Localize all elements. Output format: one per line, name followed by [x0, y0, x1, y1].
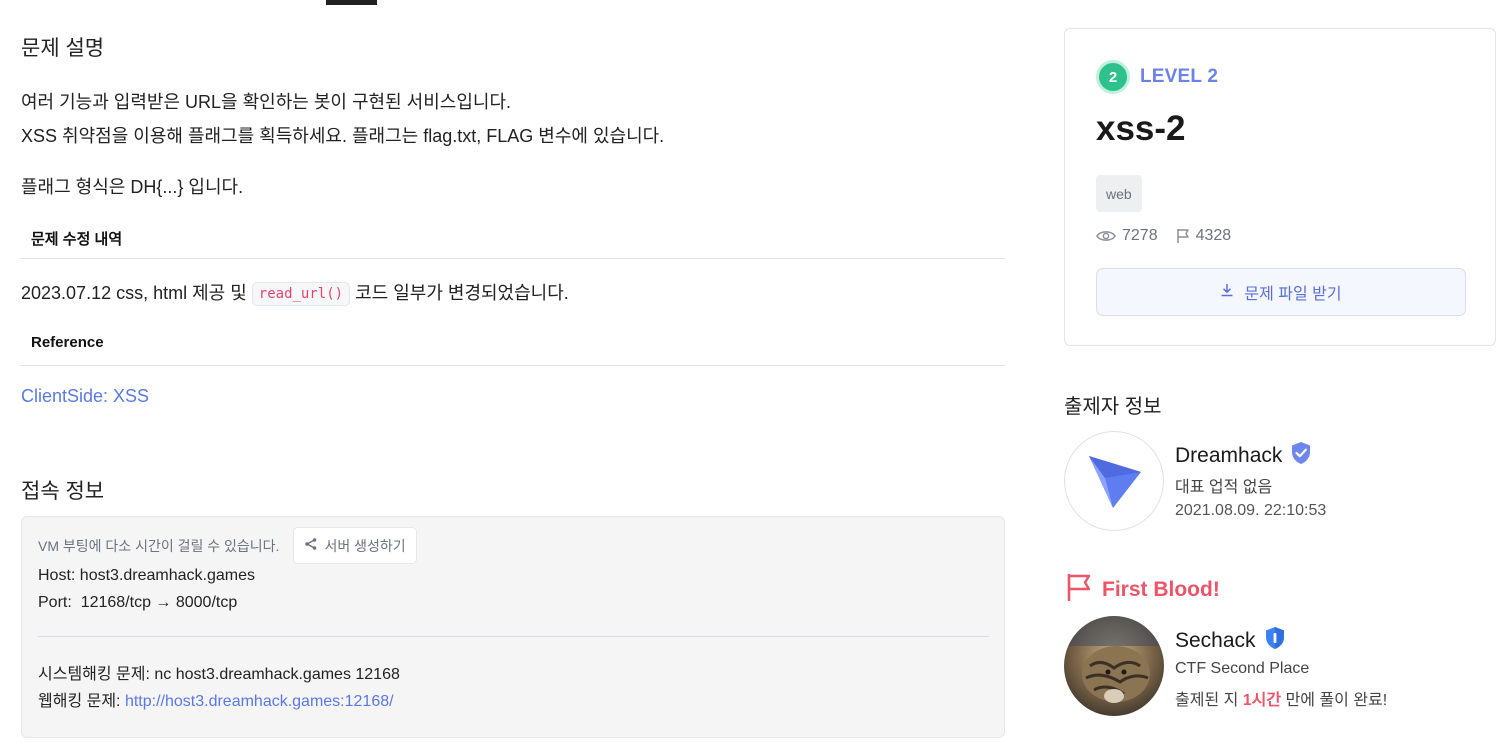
web-label: 웹해킹 문제: — [38, 693, 121, 710]
create-server-label: 서버 생성하기 — [324, 537, 406, 554]
divider — [38, 636, 989, 637]
description-line-3: 플래그 형식은 DH{...} 입니다. — [21, 177, 244, 197]
solve-count: 4328 — [1195, 227, 1232, 244]
connection-info-box: VM 부팅에 다소 시간이 걸릴 수 있습니다. 서버 생성하기 Host: h… — [21, 516, 1005, 738]
cat-photo-avatar — [1064, 616, 1164, 716]
port-row: Port: 12168/tcp → 8000/tcp — [38, 594, 237, 612]
first-blood-avatar[interactable] — [1064, 616, 1164, 716]
vm-notice-row: VM 부팅에 다소 시간이 걸릴 수 있습니다. 서버 생성하기 — [38, 527, 417, 564]
active-tab-indicator — [326, 0, 377, 5]
host-row: Host: host3.dreamhack.games — [38, 567, 255, 585]
first-blood-heading-row: First Blood! — [1066, 573, 1220, 607]
flag-icon — [1066, 573, 1092, 607]
category-tag[interactable]: web — [1096, 175, 1142, 212]
port-label: Port: — [38, 594, 72, 611]
connection-heading: 접속 정보 — [21, 480, 105, 503]
port-value: 12168/tcp → 8000/tcp — [80, 594, 238, 611]
solve-time-pre: 출제된 지 — [1175, 692, 1243, 709]
author-date: 2021.08.09. 22:10:53 — [1175, 502, 1327, 519]
challenge-stats: 7278 4328 — [1096, 227, 1231, 245]
author-achievement: 대표 업적 없음 — [1175, 479, 1273, 496]
changelog-heading: 문제 수정 내역 — [31, 231, 123, 248]
changelog-text-pre: 2023.07.12 css, html 제공 및 — [21, 283, 252, 303]
inline-code: read_url() — [251, 282, 351, 306]
download-label: 문제 파일 받기 — [1244, 286, 1342, 303]
challenge-title: xss-2 — [1096, 109, 1186, 148]
author-heading: 출제자 정보 — [1064, 396, 1162, 418]
view-count: 7278 — [1122, 227, 1158, 244]
divider — [21, 365, 1005, 366]
divider — [21, 258, 1005, 259]
pwn-command: nc host3.dreamhack.games 12168 — [154, 666, 400, 683]
first-blood-achievement: CTF Second Place — [1175, 660, 1310, 677]
changelog-text: 2023.07.12 css, html 제공 및 read_url() 코드 … — [21, 279, 569, 306]
create-server-button[interactable]: 서버 생성하기 — [293, 527, 417, 564]
dreamhack-logo-icon — [1089, 456, 1141, 508]
solve-time-value: 1시간 — [1242, 692, 1282, 709]
host-value: host3.dreamhack.games — [79, 567, 255, 584]
reference-link[interactable]: ClientSide: XSS — [21, 386, 149, 407]
download-files-button[interactable]: 문제 파일 받기 — [1096, 268, 1466, 316]
solve-time-post: 만에 풀이 완료! — [1281, 692, 1388, 709]
author-name[interactable]: Dreamhack — [1175, 444, 1282, 468]
reference-heading: Reference — [31, 334, 104, 351]
download-icon — [1220, 283, 1234, 302]
pwn-label: 시스템해킹 문제: — [38, 666, 150, 683]
first-blood-name-row: Sechack — [1175, 626, 1286, 656]
first-blood-name[interactable]: Sechack — [1175, 629, 1256, 653]
changelog-text-post: 코드 일부가 변경되었습니다. — [350, 283, 569, 303]
description-heading: 문제 설명 — [21, 37, 105, 60]
vm-notice-text: VM 부팅에 다소 시간이 걸릴 수 있습니다. — [38, 537, 280, 554]
level-label: LEVEL 2 — [1140, 66, 1219, 87]
eye-icon — [1096, 229, 1116, 243]
level-badge: 2 — [1096, 60, 1130, 94]
first-blood-solve-time: 출제된 지 1시간 만에 풀이 완료! — [1175, 686, 1387, 710]
verified-badge-icon — [1290, 441, 1312, 471]
web-connect-row: 웹해킹 문제: http://host3.dreamhack.games:121… — [38, 687, 394, 711]
flag-icon — [1176, 228, 1190, 244]
author-name-row: Dreamhack — [1175, 441, 1312, 471]
web-url-link[interactable]: http://host3.dreamhack.games:12168/ — [125, 693, 394, 710]
pwn-connect-row: 시스템해킹 문제: nc host3.dreamhack.games 12168 — [38, 660, 400, 684]
author-avatar[interactable] — [1064, 431, 1164, 531]
challenge-info-card: 2 LEVEL 2 xss-2 web 7278 4328 문제 파일 받기 — [1064, 28, 1496, 346]
description-line-1: 여러 기능과 입력받은 URL을 확인하는 봇이 구현된 서비스입니다. — [21, 92, 512, 112]
first-blood-heading: First Blood! — [1102, 578, 1220, 601]
description-line-2: XSS 취약점을 이용해 플래그를 획득하세요. 플래그는 flag.txt, … — [21, 126, 665, 146]
rank-badge-icon — [1264, 626, 1286, 656]
host-label: Host: — [38, 567, 76, 584]
share-icon — [304, 537, 318, 554]
